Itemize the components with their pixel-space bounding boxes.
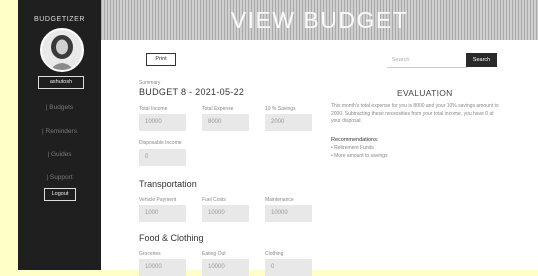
evaluation-text: This month's total expense for you is 80… <box>331 103 499 124</box>
nav-guides[interactable]: | Guides <box>18 151 101 158</box>
nav-reminders[interactable]: | Reminders <box>18 128 101 135</box>
disposable-income-field[interactable]: 0 <box>139 149 186 166</box>
logout-button[interactable]: Logout <box>44 188 76 201</box>
total-income-field[interactable]: 10000 <box>139 114 186 131</box>
total-expense-field[interactable]: 8000 <box>202 114 249 131</box>
avatar <box>40 28 84 72</box>
username-button[interactable]: ashutosh <box>38 76 84 89</box>
clothing-label: Clothing <box>265 251 284 257</box>
transportation-title: Transportation <box>139 179 197 189</box>
nav-support[interactable]: | Support <box>18 174 101 181</box>
food-clothing-title: Food & Clothing <box>139 233 204 243</box>
search-button[interactable]: Search <box>466 53 497 67</box>
sidebar: BUDGETIZER ashutosh | Budgets | Reminder… <box>18 0 101 270</box>
total-income-label: Total Income <box>139 106 168 112</box>
eating-out-field[interactable]: 10000 <box>202 259 249 276</box>
maintenance-field[interactable]: 10000 <box>265 205 312 222</box>
recommendation-item: • More amount to savings <box>331 153 388 159</box>
savings-field[interactable]: 2000 <box>265 114 312 131</box>
groceries-label: Groceries <box>139 251 161 257</box>
total-expense-label: Total Expense <box>202 106 234 112</box>
header-banner: VIEW BUDGET <box>101 0 538 40</box>
fuel-costs-label: Fuel Costs <box>202 197 226 203</box>
budget-title: BUDGET 8 - 2021-05-22 <box>139 87 245 97</box>
recommendation-item: • Retirement Funds <box>331 145 374 151</box>
savings-label: 10 % Savings <box>265 106 296 112</box>
disposable-income-label: Disposable Income <box>139 140 182 146</box>
groceries-field[interactable]: 10000 <box>139 259 186 276</box>
recommendations-title: Recommendations: <box>331 137 379 143</box>
fuel-costs-field[interactable]: 10000 <box>202 205 249 222</box>
maintenance-label: Maintenance <box>265 197 294 203</box>
main-content: Print Search Search Summary BUDGET 8 - 2… <box>101 40 538 276</box>
brand-logo: BUDGETIZER <box>33 16 86 23</box>
nav-budgets[interactable]: | Budgets <box>18 104 101 111</box>
vehicle-payment-label: Vehicle Payment <box>139 197 177 203</box>
page-title: VIEW BUDGET <box>230 7 409 33</box>
vehicle-payment-field[interactable]: 1000 <box>139 205 186 222</box>
print-button[interactable]: Print <box>146 53 176 66</box>
clothing-field[interactable]: 0 <box>265 259 312 276</box>
summary-label: Summary <box>139 80 161 86</box>
evaluation-title: EVALUATION <box>397 88 453 98</box>
eating-out-label: Eating Out <box>202 251 226 257</box>
search-input[interactable]: Search <box>387 54 467 68</box>
